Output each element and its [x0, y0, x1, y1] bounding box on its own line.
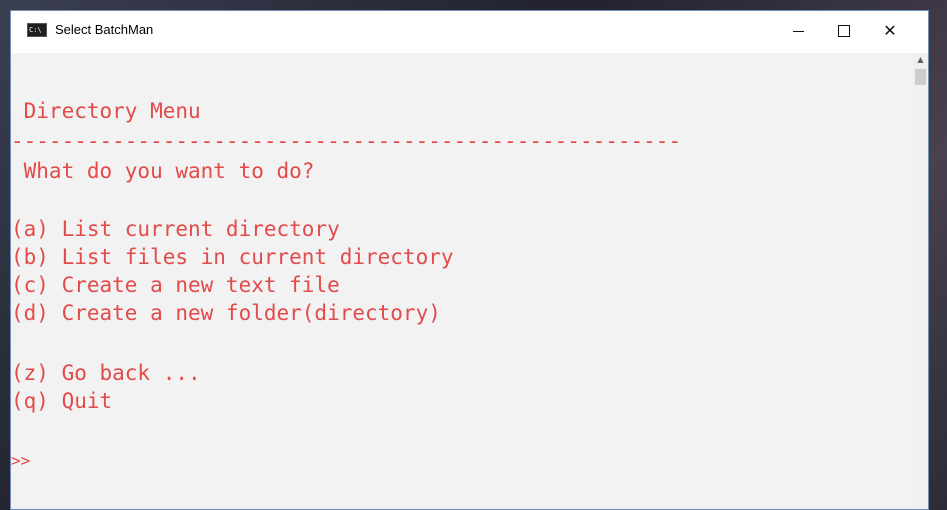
- vertical-scrollbar[interactable]: ▲: [913, 53, 928, 509]
- minimize-icon: [792, 31, 804, 32]
- menu-question: What do you want to do?: [11, 159, 315, 183]
- menu-option-a: (a) List current directory: [11, 217, 340, 241]
- menu-option-b: (b) List files in current directory: [11, 245, 454, 269]
- window-title: Select BatchMan: [55, 22, 154, 37]
- menu-option-c: (c) Create a new text file: [11, 273, 340, 297]
- console-window[interactable]: C:\ Select BatchMan ✕ Directory Menu ---…: [10, 10, 929, 510]
- menu-separator: ----------------------------------------…: [11, 129, 682, 153]
- input-prompt[interactable]: >>: [11, 447, 30, 475]
- menu-option-q: (q) Quit: [11, 389, 113, 413]
- minimize-button[interactable]: [775, 11, 821, 53]
- menu-heading: Directory Menu: [11, 99, 201, 123]
- console-app-icon[interactable]: C:\: [27, 23, 47, 37]
- console-output[interactable]: Directory Menu -------------------------…: [11, 53, 913, 509]
- scroll-thumb[interactable]: [915, 69, 926, 85]
- title-bar[interactable]: C:\ Select BatchMan ✕: [11, 11, 928, 53]
- maximize-button[interactable]: [821, 11, 867, 53]
- close-button[interactable]: ✕: [867, 11, 913, 53]
- maximize-icon: [838, 24, 850, 37]
- scroll-up-arrow-icon[interactable]: ▲: [913, 53, 928, 67]
- menu-option-z: (z) Go back ...: [11, 361, 201, 385]
- close-icon: ✕: [883, 21, 897, 40]
- menu-option-d: (d) Create a new folder(directory): [11, 301, 441, 325]
